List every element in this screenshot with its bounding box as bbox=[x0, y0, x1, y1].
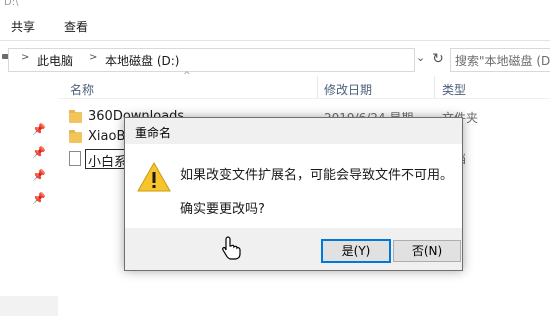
breadcrumb-drive-d[interactable]: 本地磁盘 (D:) bbox=[105, 52, 179, 69]
dialog-body: 如果改变文件扩展名，可能会导致文件不可用。 确实要更改吗? bbox=[125, 144, 462, 228]
folder-icon bbox=[69, 130, 82, 143]
scrollbar[interactable] bbox=[541, 100, 550, 316]
column-divider[interactable] bbox=[317, 76, 318, 98]
ribbon: 共享 查看 bbox=[0, 12, 550, 41]
tab-share[interactable]: 共享 bbox=[11, 18, 35, 35]
column-header-name[interactable]: 名称 bbox=[70, 81, 94, 98]
nav-pane-footer bbox=[0, 296, 58, 316]
pin-icon[interactable]: 📌 bbox=[32, 169, 46, 182]
warning-icon bbox=[137, 162, 171, 192]
dialog-message: 如果改变文件扩展名，可能会导致文件不可用。 bbox=[180, 168, 454, 183]
address-bar[interactable]: > 此电脑 > 本地磁盘 (D:) bbox=[8, 48, 415, 72]
sort-arrow-icon: ^ bbox=[183, 71, 191, 81]
refresh-icon[interactable]: ↻ bbox=[427, 48, 449, 70]
column-divider[interactable] bbox=[434, 76, 435, 98]
chevron-down-icon[interactable]: ⌄ bbox=[416, 51, 425, 64]
window-title: D:\ bbox=[4, 0, 19, 8]
dialog-title: 重命名 bbox=[135, 126, 172, 140]
column-header-type[interactable]: 类型 bbox=[442, 81, 466, 98]
pin-icon[interactable]: 📌 bbox=[32, 192, 46, 205]
pin-icon[interactable]: 📌 bbox=[32, 146, 46, 159]
yes-button[interactable]: 是(Y) bbox=[321, 239, 391, 263]
column-header-date[interactable]: 修改日期 bbox=[324, 81, 372, 98]
chevron-right-icon[interactable]: > bbox=[21, 52, 29, 63]
tab-view[interactable]: 查看 bbox=[64, 18, 88, 35]
column-headers: ^ 名称 修改日期 类型 bbox=[58, 71, 550, 99]
breadcrumb-this-pc[interactable]: 此电脑 bbox=[37, 52, 73, 69]
search-placeholder: 搜索"本地磁盘 (D:)" bbox=[455, 54, 550, 68]
hand-cursor-icon bbox=[222, 236, 241, 260]
rename-dialog: 重命名 如果改变文件扩展名，可能会导致文件不可用。 确实要更改吗? 是(Y) 否… bbox=[124, 117, 463, 271]
address-row: > 此电脑 > 本地磁盘 (D:) ⌄ ↻ 搜索"本地磁盘 (D:)" bbox=[0, 41, 550, 73]
folder-icon bbox=[69, 110, 82, 123]
chevron-right-icon[interactable]: > bbox=[89, 52, 97, 63]
search-input[interactable]: 搜索"本地磁盘 (D:)" bbox=[450, 48, 550, 72]
dialog-question: 确实要更改吗? bbox=[180, 202, 265, 217]
navigation-pane: 📌 📌 📌 📌 bbox=[0, 73, 58, 316]
pin-icon[interactable]: 📌 bbox=[32, 123, 46, 136]
no-button[interactable]: 否(N) bbox=[393, 240, 461, 262]
text-file-icon bbox=[69, 151, 81, 166]
title-bar: D:\ bbox=[0, 0, 550, 12]
